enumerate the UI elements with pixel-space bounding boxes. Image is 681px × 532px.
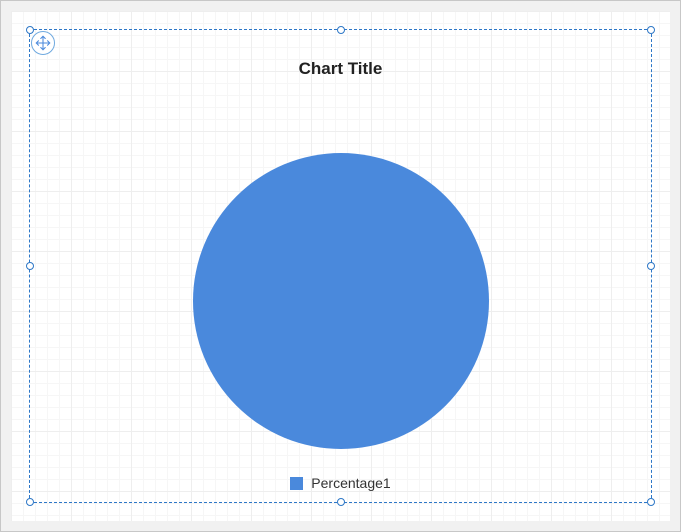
grid-surface[interactable]: Chart Title Percentage1 [11, 11, 670, 521]
resize-handle-tr[interactable] [647, 26, 655, 34]
design-canvas[interactable]: Chart Title Percentage1 [0, 0, 681, 532]
resize-handle-tl[interactable] [26, 26, 34, 34]
resize-handle-ml[interactable] [26, 262, 34, 270]
legend-swatch-0 [290, 477, 303, 490]
resize-handle-br[interactable] [647, 498, 655, 506]
resize-handle-bm[interactable] [337, 498, 345, 506]
resize-handle-bl[interactable] [26, 498, 34, 506]
chart-legend[interactable]: Percentage1 [11, 475, 670, 491]
pie-chart[interactable] [193, 153, 489, 449]
resize-handle-mr[interactable] [647, 262, 655, 270]
legend-label-0: Percentage1 [311, 475, 390, 491]
move-arrows-icon [34, 34, 52, 52]
chart-title[interactable]: Chart Title [11, 59, 670, 79]
pie-slice-0[interactable] [193, 153, 489, 449]
move-handle-icon[interactable] [31, 31, 55, 55]
resize-handle-tm[interactable] [337, 26, 345, 34]
